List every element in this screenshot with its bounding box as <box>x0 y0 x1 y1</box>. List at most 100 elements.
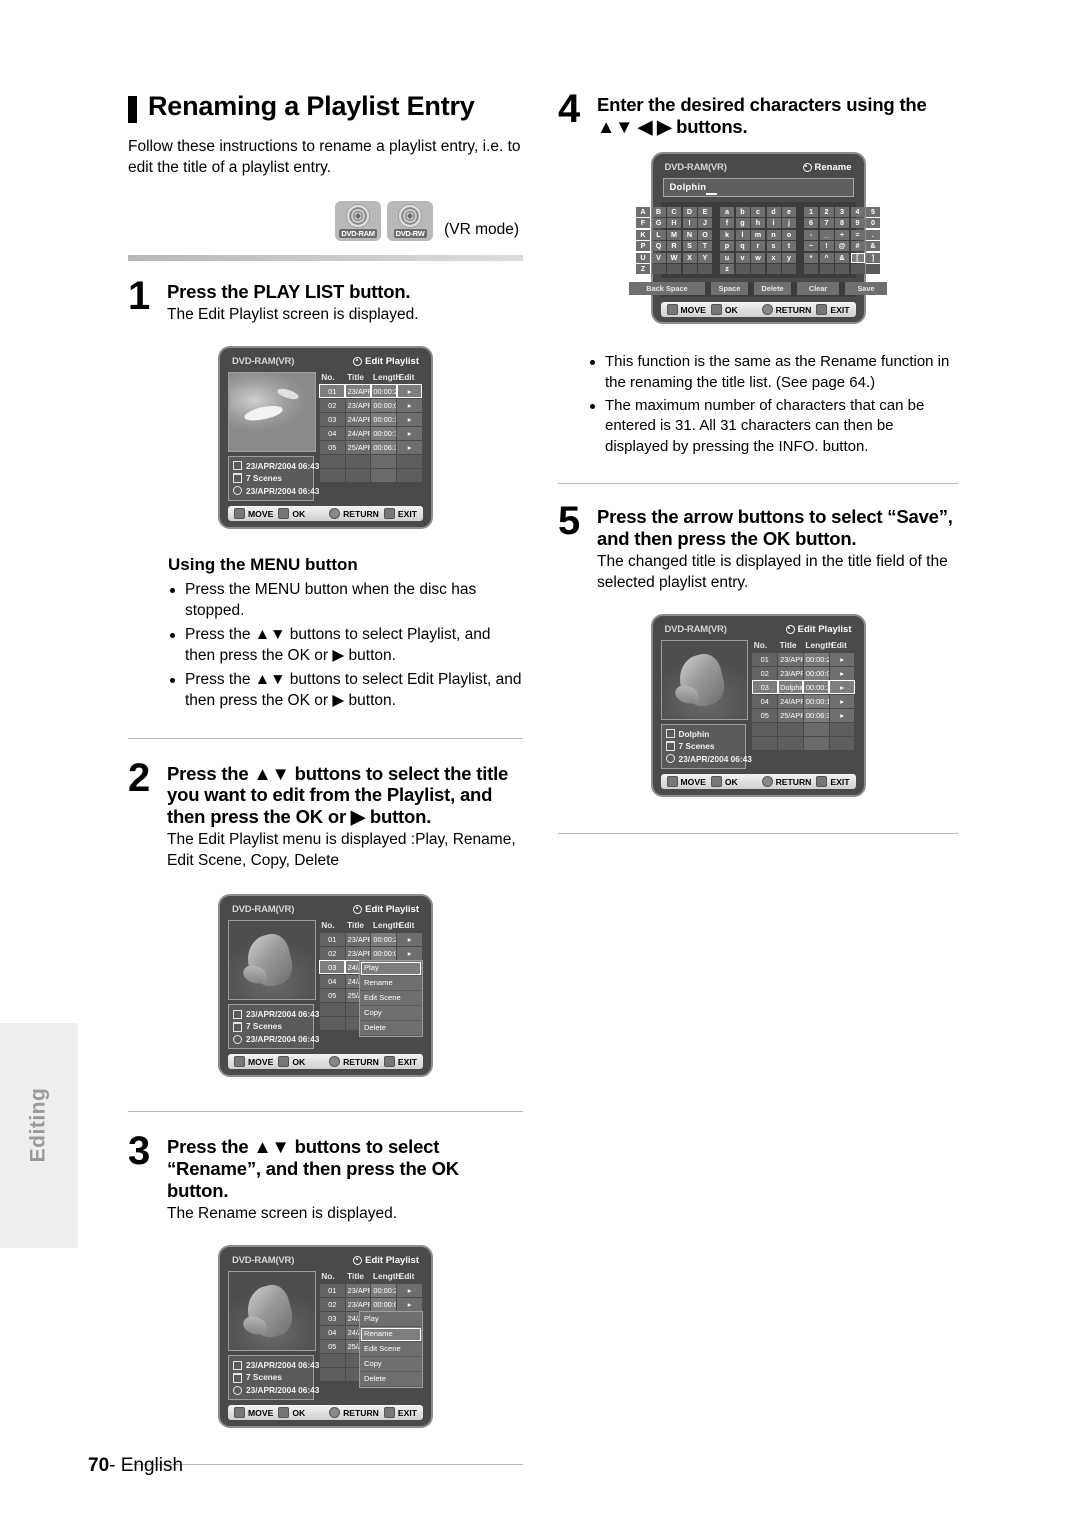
lowercase-key[interactable]: u <box>720 252 734 263</box>
symbol-key[interactable]: - <box>804 229 818 240</box>
row-edit-arrow[interactable]: ▸ <box>396 425 423 441</box>
symbol-key[interactable]: * <box>804 252 818 263</box>
row-edit-arrow[interactable]: ▸ <box>396 439 423 455</box>
uppercase-key[interactable]: V <box>651 252 666 263</box>
footer-return[interactable]: RETURN <box>329 508 379 519</box>
uppercase-key[interactable]: S <box>682 241 697 252</box>
symbol-key[interactable]: ^ <box>819 252 834 263</box>
row-edit-arrow[interactable]: ▸ <box>396 1296 423 1312</box>
uppercase-key[interactable]: Q <box>651 241 666 252</box>
lowercase-key[interactable]: f <box>720 218 734 229</box>
lowercase-key[interactable]: y <box>782 252 796 263</box>
lowercase-key[interactable]: z <box>720 264 734 275</box>
symbol-key[interactable]: 0 <box>866 218 880 229</box>
table-row[interactable]: 03Dolphin00:00:15▸ <box>751 679 856 695</box>
symbol-key[interactable]: 1 <box>804 206 818 217</box>
symbol-key[interactable]: ~ <box>804 241 818 252</box>
menu-item-delete[interactable]: Delete <box>359 1021 422 1036</box>
table-row[interactable]: 0525/APR/2004 200:06:32▸ <box>318 439 423 455</box>
lowercase-key[interactable]: k <box>720 229 734 240</box>
symbol-key[interactable]: 2 <box>819 206 834 217</box>
footer-exit[interactable]: EXIT <box>383 508 417 519</box>
lowercase-key[interactable]: e <box>782 206 796 217</box>
row-edit-arrow[interactable]: ▸ <box>396 1282 423 1298</box>
footer-exit[interactable]: EXIT <box>383 1407 417 1419</box>
uppercase-key[interactable]: T <box>698 241 712 252</box>
symbol-key[interactable]: ! <box>819 241 834 252</box>
uppercase-key[interactable]: G <box>651 218 666 229</box>
footer-exit[interactable]: EXIT <box>816 776 850 788</box>
footer-ok[interactable]: OK <box>278 508 305 519</box>
uppercase-key[interactable]: M <box>667 229 681 240</box>
footer-return[interactable]: RETURN <box>329 1056 379 1068</box>
lowercase-key[interactable]: q <box>735 241 750 252</box>
table-row[interactable]: 0123/APR/2004 000:00:21▸ <box>318 931 423 947</box>
uppercase-key[interactable]: X <box>682 252 697 263</box>
lowercase-key[interactable]: l <box>735 229 750 240</box>
menu-item-rename[interactable]: Rename <box>359 1326 422 1342</box>
lowercase-key[interactable]: i <box>766 218 781 229</box>
lowercase-key[interactable]: v <box>735 252 750 263</box>
row-edit-arrow[interactable]: ▸ <box>828 693 856 709</box>
symbol-key[interactable]: = <box>850 229 865 240</box>
row-edit-arrow[interactable]: ▸ <box>396 383 423 399</box>
delete-button[interactable]: Delete <box>754 282 791 296</box>
table-row[interactable]: 0424/APR/2004 100:00:16▸ <box>318 425 423 441</box>
footer-return[interactable]: RETURN <box>329 1407 379 1419</box>
symbol-key[interactable]: # <box>850 241 865 252</box>
uppercase-key[interactable]: H <box>667 218 681 229</box>
footer-ok[interactable]: OK <box>710 776 738 788</box>
lowercase-key[interactable]: j <box>782 218 796 229</box>
symbol-key[interactable]: 3 <box>835 206 849 217</box>
uppercase-key[interactable]: W <box>667 252 681 263</box>
symbol-key[interactable]: [ <box>850 252 865 263</box>
menu-item-copy[interactable]: Copy <box>359 1006 422 1021</box>
uppercase-key[interactable]: P <box>636 241 650 252</box>
back-space-button[interactable]: Back Space <box>629 282 705 296</box>
footer-move[interactable]: MOVE <box>234 508 273 519</box>
lowercase-key[interactable]: p <box>720 241 734 252</box>
uppercase-key[interactable]: N <box>682 229 697 240</box>
menu-item-edit-scene[interactable]: Edit Scene <box>359 1342 422 1357</box>
table-row[interactable]: 0324/APR/2004 100:00:15▸ <box>318 411 423 427</box>
menu-item-play[interactable]: Play <box>359 960 422 976</box>
save-button[interactable]: Save <box>845 282 887 296</box>
symbol-key[interactable]: . <box>866 229 880 240</box>
symbol-key[interactable]: ] <box>866 252 880 263</box>
lowercase-key[interactable]: m <box>751 229 765 240</box>
uppercase-key[interactable]: Z <box>636 264 650 275</box>
menu-item-rename[interactable]: Rename <box>359 976 422 991</box>
uppercase-key[interactable]: A <box>636 206 650 217</box>
symbol-key[interactable]: 8 <box>835 218 849 229</box>
table-row[interactable]: 0123/APR/2004 000:00:21▸ <box>751 651 856 667</box>
footer-move[interactable]: MOVE <box>234 1407 273 1419</box>
footer-move[interactable]: MOVE <box>666 304 706 316</box>
lowercase-key[interactable]: t <box>782 241 796 252</box>
table-row[interactable]: 0424/APR/2004 100:00:16▸ <box>751 693 856 709</box>
footer-return[interactable]: RETURN <box>761 304 811 316</box>
row-edit-arrow[interactable]: ▸ <box>396 945 423 961</box>
symbol-key[interactable]: + <box>835 229 849 240</box>
table-row[interactable]: 0123/APR/2004 000:00:21▸ <box>318 383 423 399</box>
row-edit-arrow[interactable]: ▸ <box>396 411 423 427</box>
lowercase-key[interactable]: g <box>735 218 750 229</box>
table-row[interactable]: 0223/APR/2004 000:00:03▸ <box>318 1296 423 1312</box>
footer-exit[interactable]: EXIT <box>816 304 850 316</box>
symbol-key[interactable]: & <box>866 241 880 252</box>
table-row[interactable]: 0223/APR/2004 000:00:03▸ <box>751 665 856 681</box>
table-row[interactable]: 0525/APR/2004 200:06:32▸ <box>751 707 856 723</box>
menu-item-copy[interactable]: Copy <box>359 1357 422 1372</box>
symbol-key[interactable]: 4 <box>850 206 865 217</box>
footer-ok[interactable]: OK <box>278 1407 305 1419</box>
rename-text-field[interactable]: Dolphin <box>662 177 854 197</box>
lowercase-key[interactable]: d <box>766 206 781 217</box>
uppercase-key[interactable]: L <box>651 229 666 240</box>
symbol-key[interactable]: _ <box>819 229 834 240</box>
uppercase-key[interactable]: O <box>698 229 712 240</box>
uppercase-key[interactable]: E <box>698 206 712 217</box>
uppercase-key[interactable]: K <box>636 229 650 240</box>
uppercase-key[interactable]: R <box>667 241 681 252</box>
lowercase-key[interactable]: b <box>735 206 750 217</box>
symbol-key[interactable]: 6 <box>804 218 818 229</box>
symbol-key[interactable]: 9 <box>850 218 865 229</box>
